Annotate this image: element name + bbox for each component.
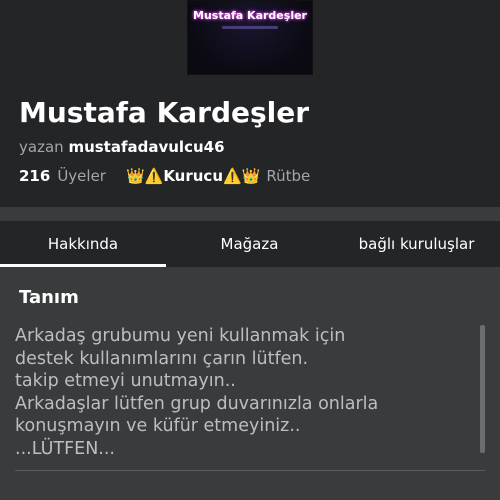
- description-line: Arkadaş grubumu yeni kullanmak için: [15, 326, 346, 346]
- owner-name-link[interactable]: mustafadavulcu46: [68, 138, 224, 156]
- group-name: Mustafa Kardeşler: [19, 96, 310, 129]
- description-line: takip etmeyi unutmayın..: [15, 371, 236, 391]
- rank-label: Rütbe: [266, 167, 311, 185]
- group-logo: Mustafa Kardeşler: [187, 0, 313, 75]
- description-line: konuşmayın ve küfür etmeyiniz..: [15, 416, 301, 436]
- group-description: Arkadaş grubumu yeni kullanmak için dest…: [15, 325, 480, 460]
- description-line: Arkadaşlar lütfen grup duvarınızla onlar…: [15, 393, 379, 414]
- description-line: destek kullanımlarını çarın lütfen.: [15, 348, 309, 369]
- description-line: ...LÜTFEN...: [15, 438, 115, 459]
- active-tab-indicator: [0, 264, 166, 267]
- rank-value: 👑⚠️Kurucu⚠️👑: [125, 167, 261, 185]
- group-owner: yazan mustafadavulcu46: [19, 138, 225, 156]
- group-header: Mustafa Kardeşler Mustafa Kardeşler yaza…: [0, 0, 500, 207]
- tab-about[interactable]: Hakkında: [0, 221, 166, 267]
- section-divider: [15, 470, 485, 471]
- group-logo-text: Mustafa Kardeşler: [193, 9, 307, 22]
- description-heading: Tanım: [19, 287, 79, 308]
- tab-affiliates[interactable]: bağlı kuruluşlar: [333, 221, 500, 267]
- group-logo-subline: [222, 26, 278, 29]
- tab-store[interactable]: Mağaza: [166, 221, 333, 267]
- description-scrollbar[interactable]: [480, 325, 485, 453]
- member-count: 216: [19, 167, 51, 185]
- owner-prefix: yazan: [19, 138, 64, 156]
- member-label: Üyeler: [57, 167, 106, 185]
- group-stats: 216 Üyeler 👑⚠️Kurucu⚠️👑 Rütbe: [19, 167, 310, 185]
- tab-bar: Hakkında Mağaza bağlı kuruluşlar: [0, 221, 500, 267]
